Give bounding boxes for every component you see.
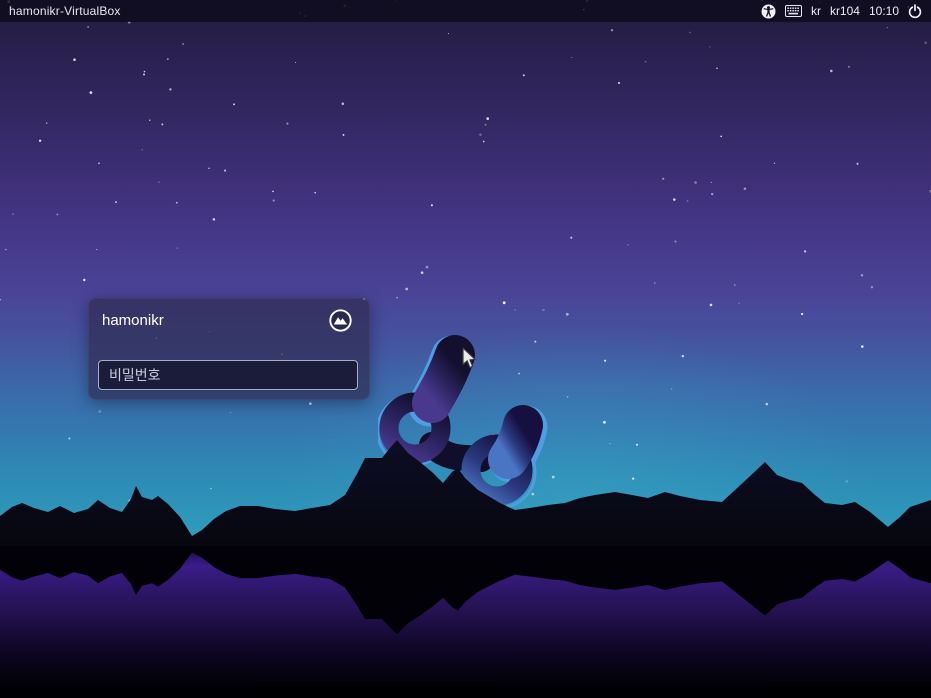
keyboard-variant-label[interactable]: kr104 (830, 4, 860, 18)
water-surface (0, 543, 931, 698)
power-icon[interactable] (908, 4, 922, 19)
accessibility-icon[interactable] (761, 4, 776, 19)
login-dialog: hamonikr (88, 298, 370, 400)
top-panel: hamonikr-VirtualBox kr (0, 0, 931, 22)
reflection-glow (0, 545, 931, 692)
hostname-label: hamonikr-VirtualBox (9, 4, 121, 18)
login-header: hamonikr (89, 299, 369, 332)
desktop-background: hamonikr-VirtualBox kr (0, 0, 931, 698)
keyboard-icon[interactable] (785, 5, 802, 17)
mountain-badge-icon[interactable] (329, 309, 352, 332)
username-label: hamonikr (102, 312, 164, 329)
password-input[interactable] (98, 360, 358, 390)
clock-label: 10:10 (869, 4, 899, 18)
keyboard-layout-label[interactable]: kr (811, 4, 821, 18)
system-tray: kr kr104 10:10 (761, 4, 922, 19)
sky-gradient (0, 0, 931, 552)
mountains-reflection (0, 544, 931, 634)
